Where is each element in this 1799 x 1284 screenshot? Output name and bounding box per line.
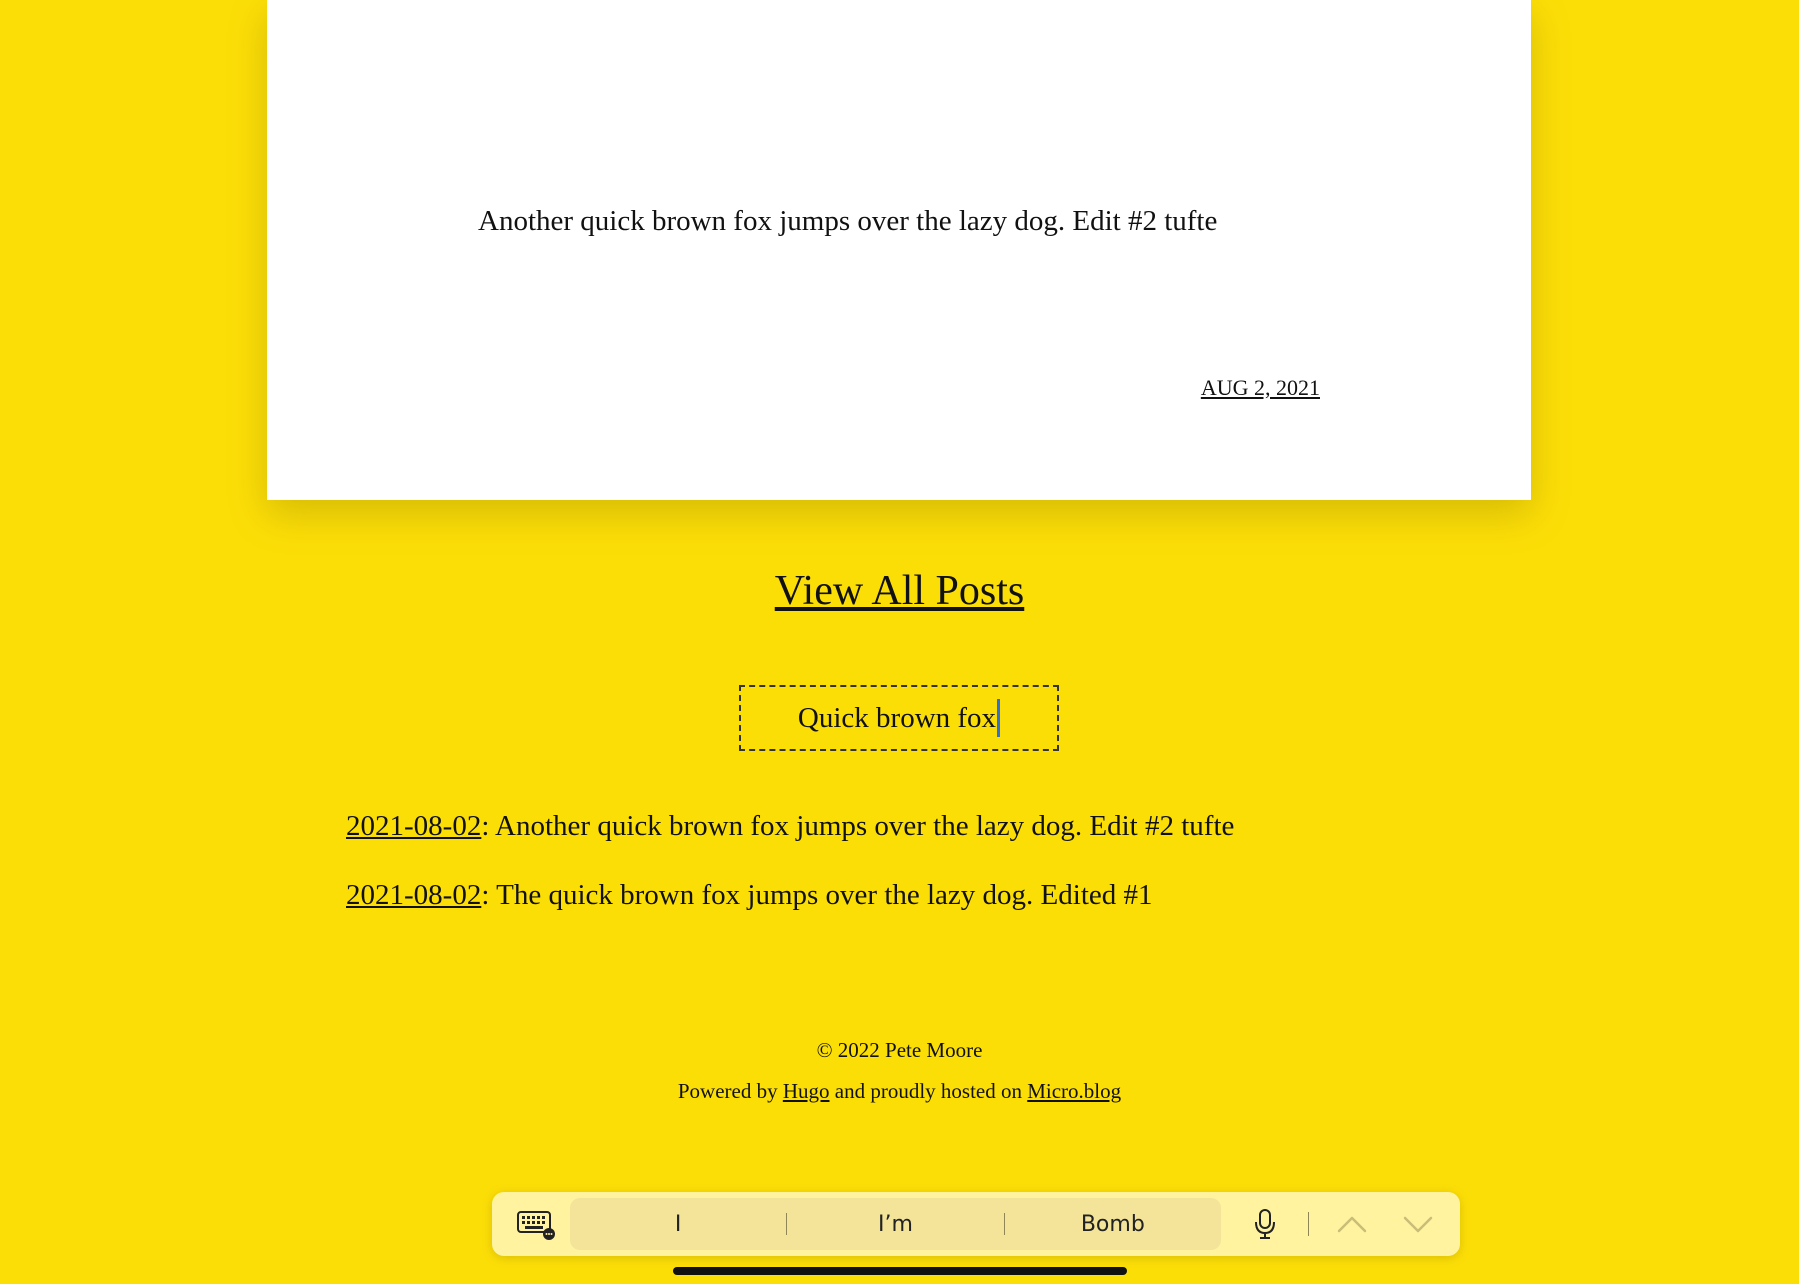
post-card: Another quick brown fox jumps over the l…: [267, 0, 1531, 500]
chevron-down-icon[interactable]: [1402, 1210, 1434, 1238]
powered-by-prefix: Powered by: [677, 1079, 783, 1103]
post-date-link[interactable]: AUG 2, 2021: [1201, 375, 1320, 401]
autocomplete-suggestions: I I’m Bomb: [570, 1198, 1221, 1250]
suggestion-item[interactable]: Bomb: [1005, 1212, 1221, 1237]
microphone-icon[interactable]: [1252, 1208, 1278, 1240]
suggestion-item[interactable]: I: [570, 1212, 786, 1237]
view-all-posts-link[interactable]: View All Posts: [775, 568, 1025, 614]
post-text: Another quick brown fox jumps over the l…: [478, 205, 1218, 237]
search-result-text: The quick brown fox jumps over the lazy …: [489, 879, 1153, 911]
toolbar-divider: [1308, 1212, 1309, 1236]
search-result-text: Another quick brown fox jumps over the l…: [489, 810, 1235, 842]
text-caret: [997, 699, 1001, 737]
copyright-text: © 2022 Pete Moore: [816, 1038, 983, 1062]
microblog-link[interactable]: Micro.blog: [1027, 1079, 1121, 1103]
hugo-link[interactable]: Hugo: [783, 1079, 830, 1103]
search-result-item: 2021-08-02: The quick brown fox jumps ov…: [346, 879, 1234, 948]
keyboard-icon[interactable]: [516, 1206, 556, 1242]
search-input[interactable]: Quick brown fox: [739, 685, 1059, 751]
suggestion-item[interactable]: I’m: [787, 1212, 1003, 1237]
view-all-posts: View All Posts: [0, 567, 1799, 615]
keyboard-shortcut-bar: I I’m Bomb: [492, 1192, 1460, 1256]
powered-by-middle: and proudly hosted on: [829, 1079, 1028, 1103]
chevron-up-icon[interactable]: [1336, 1210, 1368, 1238]
home-indicator[interactable]: [673, 1267, 1127, 1275]
search-result-item: 2021-08-02: Another quick brown fox jump…: [346, 810, 1234, 879]
search-results: 2021-08-02: Another quick brown fox jump…: [346, 810, 1234, 948]
footer: © 2022 Pete Moore Powered by Hugo and pr…: [0, 1038, 1799, 1120]
search-result-date-link[interactable]: 2021-08-02: [346, 879, 481, 911]
search-result-date-link[interactable]: 2021-08-02: [346, 810, 481, 842]
search-input-value: Quick brown fox: [797, 701, 997, 734]
powered-by-line: Powered by Hugo and proudly hosted on Mi…: [0, 1079, 1799, 1104]
